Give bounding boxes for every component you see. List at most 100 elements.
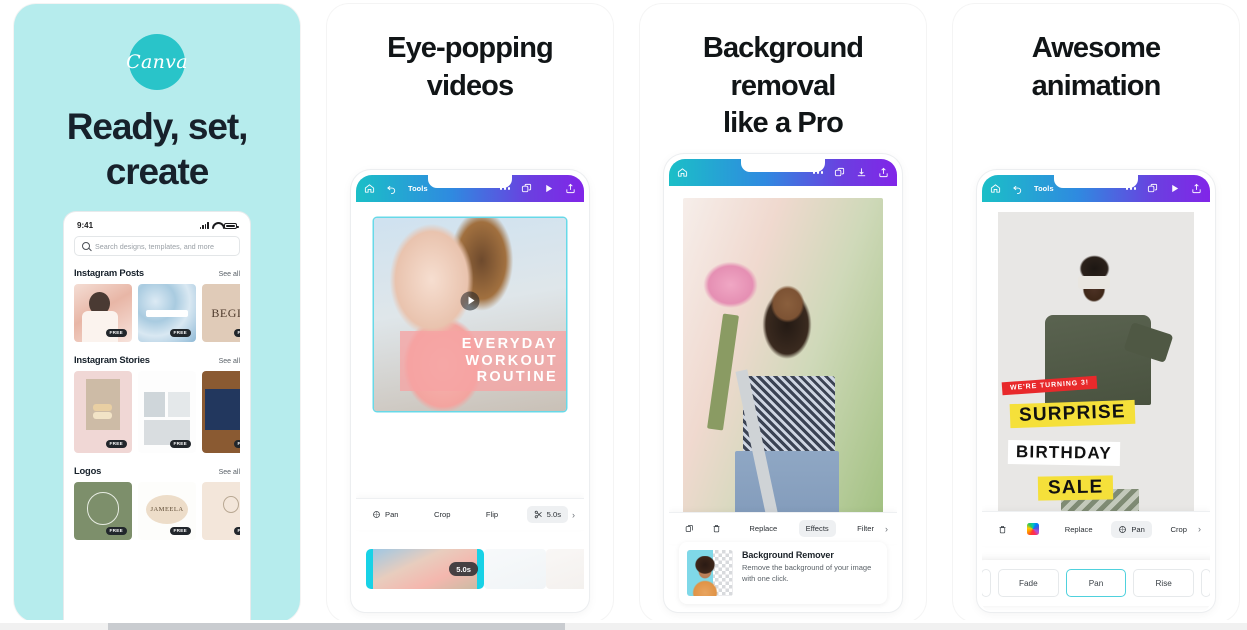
wifi-icon [212,222,221,229]
panel-headline: Ready, set, create [66,106,249,193]
toolbar-next-chevron[interactable]: › [1194,524,1201,534]
toolbar-replace-button[interactable]: Replace [1058,521,1100,538]
toolbar-flip-button[interactable]: Flip [479,506,505,523]
toolbar-label: Effects [805,524,829,533]
template-tile[interactable]: FREE [202,371,240,453]
pan-icon [372,510,381,519]
timeline-clip-selected[interactable]: 5.0s [366,549,484,589]
design-image[interactable] [683,198,883,540]
see-all-link[interactable]: See all [219,469,240,476]
panel-background-removal: Background removal like a Pro Replace Ef… [640,4,926,622]
toolbar-delete-button[interactable] [991,521,1014,538]
animation-chip-fade[interactable]: Fade [998,569,1059,597]
template-tile[interactable]: FREE [74,371,132,453]
section-header-logos: Logos See all [74,465,240,476]
section-title: Instagram Posts [74,267,144,278]
more-icon[interactable] [1125,187,1136,190]
editor-topbar [669,159,897,186]
more-icon[interactable] [812,171,823,174]
toolbar-delete-button[interactable] [705,520,728,537]
toolbar-trim-button[interactable]: 5.0s [526,506,568,523]
video-text-overlay[interactable]: EVERYDAY WORKOUT ROUTINE [400,331,566,391]
phone-mockup: 9:41 Search designs, templates, and more… [64,212,250,622]
template-tile[interactable]: FREE [74,284,132,342]
design-image[interactable]: WE'RE TURNING 3! SURPRISE BIRTHDAY SALE [998,212,1194,534]
play-icon[interactable] [1169,183,1180,194]
animation-chip-partial[interactable] [1201,569,1210,597]
tools-label[interactable]: Tools [408,184,428,193]
home-icon[interactable] [677,167,688,178]
scrollbar-thumb[interactable] [108,623,565,630]
phone-screen: Tools WE'RE TURNING 3! SURPRISE BIRTHDAY… [982,175,1210,612]
panel-headline: Eye-popping videos [387,32,554,102]
toolbar-crop-button[interactable]: Crop [427,506,457,523]
play-icon[interactable] [543,183,554,194]
free-badge: FREE [169,439,191,448]
tools-label[interactable]: Tools [1034,184,1054,193]
see-all-link[interactable]: See all [219,271,240,278]
editor-canvas: Replace Effects Filter › Background Remo… [669,186,897,612]
play-button[interactable] [460,291,480,311]
template-tile[interactable]: FREE [202,482,240,540]
toolbar-crop-button[interactable]: Crop [1164,521,1194,538]
toolbar-label: 5.0s [546,510,561,519]
share-icon[interactable] [878,167,889,178]
editor-canvas: EVERYDAY WORKOUT ROUTINE Pan Crop Flip 5… [356,202,584,612]
toolbar-pan-button[interactable]: Pan [365,506,406,523]
animation-chip-partial[interactable] [982,569,991,597]
template-tile[interactable]: FREE [138,371,196,453]
share-icon[interactable] [565,183,576,194]
editor-toolbar: Replace Effects Filter › [669,512,897,544]
more-icon[interactable] [499,187,510,190]
background-remover-card[interactable]: Background Remover Remove the background… [679,542,887,604]
animation-chip-pan[interactable]: Pan [1065,569,1127,597]
free-badge: FREE [105,328,127,337]
toolbar-color-button[interactable] [1020,519,1046,539]
layers-icon[interactable] [834,167,845,178]
design-tag-birthday[interactable]: BIRTHDAY [1007,439,1121,466]
design-tag-surprise[interactable]: SURPRISE [1009,399,1136,429]
topbar-right-group [1125,183,1202,194]
toolbar-duplicate-button[interactable] [678,520,701,537]
undo-icon[interactable] [386,183,397,194]
template-tile[interactable]: JAMEELA FREE [138,482,196,540]
toolbar-effects-button[interactable]: Effects [798,520,836,537]
search-input[interactable]: Search designs, templates, and more [74,236,240,256]
design-tag-sale[interactable]: SALE [1037,475,1114,501]
phone-screen: Replace Effects Filter › Background Remo… [669,159,897,612]
toolbar-next-chevron[interactable]: › [881,524,888,534]
home-icon[interactable] [990,183,1001,194]
template-tile[interactable]: FREE [74,482,132,540]
timeline-clip[interactable] [484,549,546,589]
home-icon[interactable] [364,183,375,194]
undo-icon[interactable] [1012,183,1023,194]
toolbar-label: Flip [485,510,499,519]
see-all-link[interactable]: See all [219,358,240,365]
toolbar-replace-button[interactable]: Replace [742,520,784,537]
share-icon[interactable] [1191,183,1202,194]
video-timeline[interactable]: 5.0s 15.7s [366,548,584,590]
template-tile[interactable]: BEGIN FREE [202,284,240,342]
animation-label: Rise [1155,578,1172,588]
toolbar-pan-button[interactable]: Pan [1111,520,1152,538]
layers-icon[interactable] [521,183,532,194]
video-element[interactable]: EVERYDAY WORKOUT ROUTINE [374,218,566,411]
layers-icon[interactable] [1147,183,1158,194]
overlay-line-1: EVERYDAY [461,336,558,353]
card-subtitle: Remove the background of your image with… [742,563,872,583]
free-badge: FREE [233,526,240,535]
animation-chip-rise[interactable]: Rise [1133,569,1195,597]
topbar-right-group [499,183,576,194]
horizontal-scrollbar[interactable] [0,620,1247,630]
template-tile[interactable]: FREE [138,284,196,342]
timeline-clip[interactable]: 15.7s [546,549,584,589]
toolbar-next-chevron[interactable]: › [568,510,575,520]
toolbar-filter-button[interactable]: Filter [850,520,881,537]
panel-ready-set-create: Canva Ready, set, create 9:41 Search des… [14,4,300,622]
toolbar-label: Pan [1131,524,1145,534]
color-swatch-icon [1027,523,1039,535]
signal-icon [199,222,209,229]
toolbar-label: Crop [433,510,451,519]
search-icon [82,242,90,250]
download-icon[interactable] [856,167,867,178]
